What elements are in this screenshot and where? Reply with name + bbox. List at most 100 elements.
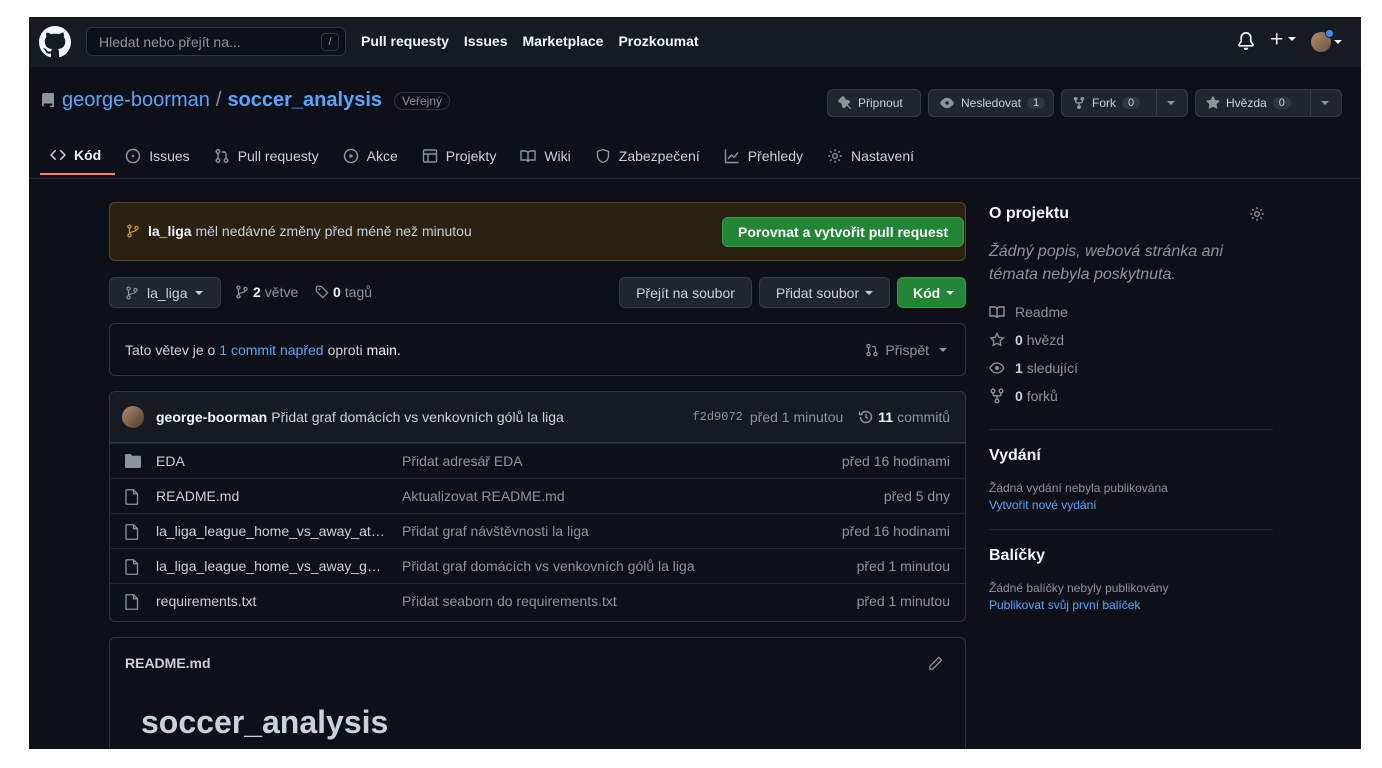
pencil-icon[interactable] [928,656,943,671]
forks-label: forků [1026,388,1058,404]
nav-pull-requests[interactable]: Pull requesty [361,33,449,49]
tab-wiki[interactable]: Wiki [510,137,584,175]
folder-icon [125,454,141,468]
watch-button[interactable]: Nesledovat 1 [928,89,1054,117]
commit-history-link[interactable]: 11 commitů [858,409,950,425]
tab-issues[interactable]: Issues [115,137,203,175]
gear-icon[interactable] [1249,206,1265,222]
repo-name-link[interactable]: soccer_analysis [227,89,382,112]
avatar[interactable] [122,406,144,428]
gear-icon [828,149,842,163]
tab-projects[interactable]: Projekty [412,137,511,175]
user-menu[interactable] [1311,29,1342,52]
search-input[interactable] [99,34,309,50]
commit-sha[interactable]: f2d9072 [692,410,742,424]
ahead-text: Tato větev je o 1 commit napřed oproti m… [125,342,401,358]
contribute-label: Přispět [885,342,929,358]
branch-icon [126,285,138,300]
nav-issues[interactable]: Issues [464,33,508,49]
add-file-button[interactable]: Přidat soubor [759,277,890,308]
table-row[interactable]: README.md Aktualizovat README.md před 5 … [110,478,965,513]
tabs-divider [29,178,1361,179]
browser-viewport: / Pull requesty Issues Marketplace Prozk… [29,17,1361,749]
fork-count: 0 [1122,97,1141,109]
file-name[interactable]: requirements.txt [156,593,388,609]
search-box[interactable]: / [86,27,346,56]
watchers-label: sledující [1026,360,1079,376]
stars-link[interactable]: 0 hvězd [989,326,1273,354]
branches-label: větve [264,284,299,300]
notifications-bell-icon[interactable] [1237,32,1255,50]
file-commit-message[interactable]: Aktualizovat README.md [402,488,565,504]
branch-selector[interactable]: la_liga [109,277,221,308]
file-name[interactable]: la_liga_league_home_vs_away_att… [156,523,388,539]
push-branch-name[interactable]: la_liga [148,223,192,239]
publish-package-link[interactable]: Publikovat svůj první balíček [989,598,1273,612]
nav-marketplace[interactable]: Marketplace [523,33,604,49]
file-commit-message[interactable]: Přidat graf domácích vs venkovních gólů … [402,558,695,574]
table-row[interactable]: requirements.txt Přidat seaborn do requi… [110,583,965,618]
code-button[interactable]: Kód [897,277,966,308]
chevron-down-icon [1288,37,1296,41]
repo-owner-link[interactable]: george-boorman [62,89,210,112]
packages-title[interactable]: Balíčky [989,547,1273,565]
readme-link[interactable]: Readme [989,298,1273,326]
star-dropdown[interactable] [1310,90,1339,116]
fork-button[interactable]: Fork 0 [1061,89,1188,117]
search-shortcut-hint: / [321,33,339,51]
issue-icon [125,148,141,164]
nav-explore[interactable]: Prozkoumat [618,33,698,49]
commit-message[interactable]: Přidat graf domácích vs venkovních gólů … [271,409,564,425]
file-icon [125,524,139,540]
readme-file-title[interactable]: README.md [125,655,211,671]
branches-link[interactable]: 2 větve [235,284,298,300]
compare-pull-request-button[interactable]: Porovnat a vytvořit pull request [722,217,965,247]
table-row[interactable]: la_liga_league_home_vs_away_goa… Přidat … [110,548,965,583]
global-header: / Pull requesty Issues Marketplace Prozk… [29,17,1361,67]
tab-security[interactable]: Zabezpečení [585,137,714,175]
star-count: 0 [1272,97,1291,109]
file-commit-message[interactable]: Přidat adresář EDA [402,453,523,469]
star-button[interactable]: Hvězda 0 [1195,89,1342,117]
star-icon [989,332,1005,347]
tag-icon [315,285,329,299]
pin-button[interactable]: Připnout [827,89,921,117]
tags-link[interactable]: 0 tagů [315,284,372,300]
visibility-badge: Veřejný [394,91,451,110]
watchers-link[interactable]: 1 sledující [989,354,1273,382]
divider [989,529,1273,530]
commit-count-label: commitů [897,409,950,425]
branch-name: la_liga [147,284,188,301]
table-row[interactable]: la_liga_league_home_vs_away_att… Přidat … [110,513,965,548]
file-commit-message[interactable]: Přidat graf návštěvnosti la liga [402,523,589,539]
tab-code[interactable]: Kód [40,137,116,175]
go-to-file-button[interactable]: Přejít na soubor [619,277,752,308]
eye-icon [989,362,1005,374]
table-row[interactable]: EDA Přidat adresář EDA před 16 hodinami [110,443,965,478]
create-release-link[interactable]: Vytvořit nové vydání [989,498,1273,512]
file-name[interactable]: README.md [156,488,388,504]
tab-settings[interactable]: Nastavení [817,137,928,175]
fork-dropdown[interactable] [1156,90,1185,116]
create-new-menu[interactable] [1269,31,1296,47]
releases-title[interactable]: Vydání [989,447,1273,465]
file-commit-message[interactable]: Přidat seaborn do requirements.txt [402,593,617,609]
commits-ahead-link[interactable]: 1 commit napřed [219,342,323,358]
notification-dot-icon [1325,29,1334,38]
fork-icon [1073,96,1085,110]
tab-label: Kód [74,147,102,163]
about-description: Žádný popis, webová stránka ani témata n… [989,243,1223,283]
tab-insights[interactable]: Přehledy [714,137,817,175]
file-name[interactable]: EDA [156,453,388,469]
watchers-count: 1 [1015,360,1023,376]
repo-title: george-boorman / soccer_analysis Veřejný [40,89,451,112]
contribute-dropdown[interactable]: Přispět [865,342,947,358]
commit-author[interactable]: george-boorman [156,409,267,425]
tab-actions[interactable]: Akce [333,137,412,175]
file-name[interactable]: la_liga_league_home_vs_away_goa… [156,558,388,574]
repo-separator: / [215,89,222,111]
go-to-file-label: Přejít na soubor [636,284,735,301]
forks-link[interactable]: 0 forků [989,382,1273,410]
github-logo-icon[interactable] [39,26,71,58]
tab-pull-requests[interactable]: Pull requesty [204,137,333,175]
